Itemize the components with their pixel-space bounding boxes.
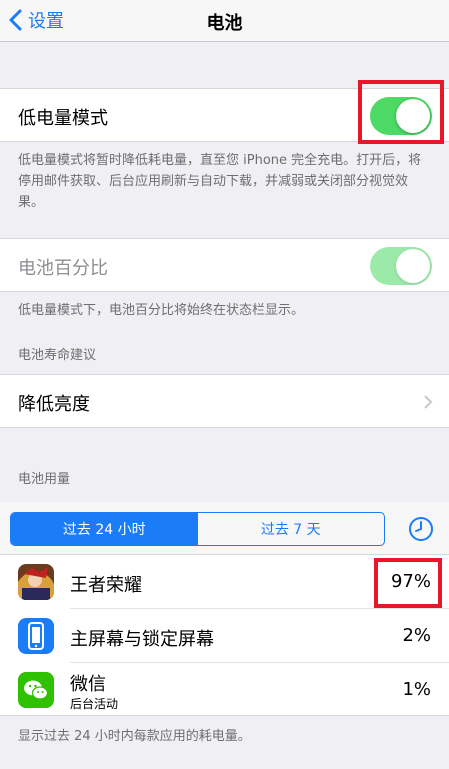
app-subtitle: 后台活动	[70, 697, 119, 711]
tab-last-7-days[interactable]: 过去 7 天	[198, 513, 385, 545]
app-name: 王者荣耀	[70, 575, 142, 596]
navigation-bar: 设置 电池	[0, 0, 449, 42]
highlight-box-switch	[358, 80, 444, 144]
usage-footer: 显示过去 24 小时内每款应用的耗电量。	[18, 729, 251, 744]
home-lock-screen-icon	[18, 618, 54, 654]
app-percent: 1%	[402, 679, 431, 700]
highlight-box-percent	[374, 558, 442, 608]
low-power-mode-description: 低电量模式将暂时降低耗电量，直至您 iPhone 完全充电。打开后，将停用邮件获…	[18, 153, 422, 210]
suggestions-header: 电池寿命建议	[18, 348, 97, 363]
battery-percentage-description: 低电量模式下，电池百分比将始终在状态栏显示。	[18, 303, 305, 318]
app-percent: 2%	[402, 625, 431, 646]
battery-percentage-label: 电池百分比	[18, 258, 108, 279]
switch-knob	[396, 249, 430, 283]
chevron-right-icon	[424, 395, 433, 409]
app-name: 微信	[70, 674, 106, 695]
app-name: 主屏幕与锁定屏幕	[70, 629, 214, 650]
page-title: 电池	[206, 13, 243, 34]
low-power-mode-label: 低电量模式	[18, 108, 108, 129]
tab-last-24-hours[interactable]: 过去 24 小时	[11, 513, 198, 545]
game-hero-icon	[18, 564, 54, 600]
battery-percentage-row: 电池百分比	[0, 238, 449, 292]
battery-usage-header: 电池用量	[18, 472, 71, 487]
usage-period-segmented-control: 过去 24 小时 过去 7 天	[10, 512, 385, 546]
reduce-brightness-row[interactable]: 降低亮度	[0, 374, 449, 428]
reduce-brightness-label: 降低亮度	[18, 394, 90, 415]
wechat-icon	[18, 672, 54, 708]
list-item[interactable]: 微信 后台活动 1%	[0, 663, 449, 717]
clock-icon[interactable]	[408, 516, 434, 542]
list-item[interactable]: 主屏幕与锁定屏幕 2%	[0, 609, 449, 663]
battery-percentage-switch[interactable]	[370, 247, 432, 285]
